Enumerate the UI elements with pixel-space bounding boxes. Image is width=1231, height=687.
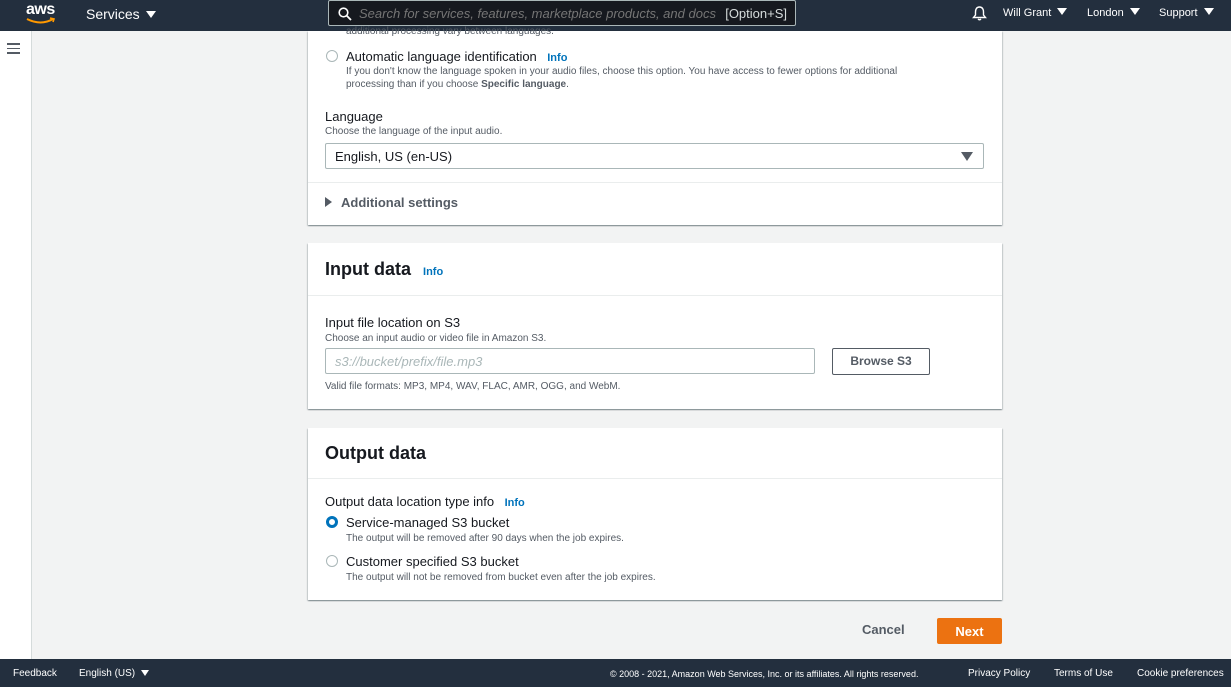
- auto-language-desc-line2: processing than if you choose Specific l…: [346, 78, 966, 91]
- side-navigation-collapsed: [0, 31, 32, 659]
- auto-language-desc-line1: If you don't know the language spoken in…: [346, 66, 898, 77]
- cancel-button[interactable]: Cancel: [862, 622, 905, 637]
- output-location-type-row: Output data location type info Info: [325, 493, 525, 511]
- customer-specified-radio[interactable]: [326, 555, 338, 567]
- search-icon: [338, 7, 352, 21]
- auto-language-label: Automatic language identification: [346, 49, 537, 64]
- service-managed-desc: The output will be removed after 90 days…: [346, 533, 624, 544]
- language-select[interactable]: English, US (en-US): [325, 143, 984, 169]
- terms-of-use-link[interactable]: Terms of Use: [1054, 668, 1113, 679]
- additional-settings-label: Additional settings: [341, 195, 458, 210]
- input-data-header: Input data Info: [308, 243, 1002, 296]
- auto-language-desc: If you don't know the language spoken in…: [346, 65, 966, 91]
- support-label: Support: [1159, 7, 1198, 19]
- customer-specified-desc: The output will not be removed from buck…: [346, 572, 656, 583]
- caret-down-icon: [961, 152, 973, 161]
- footer: Feedback English (US) © 2008 - 2021, Ama…: [0, 659, 1231, 687]
- region-menu[interactable]: London: [1087, 7, 1140, 19]
- valid-formats-hint: Valid file formats: MP3, MP4, WAV, FLAC,…: [325, 381, 621, 392]
- menu-icon[interactable]: [7, 43, 20, 54]
- privacy-policy-link[interactable]: Privacy Policy: [968, 668, 1030, 679]
- language-desc: Choose the language of the input audio.: [325, 126, 503, 137]
- next-button[interactable]: Next: [937, 618, 1002, 644]
- auto-language-info-link[interactable]: Info: [547, 52, 567, 64]
- input-location-desc: Choose an input audio or video file in A…: [325, 333, 547, 344]
- additional-settings-expander[interactable]: Additional settings: [325, 195, 458, 210]
- chevron-down-icon: [145, 11, 156, 18]
- s3-input-location-field[interactable]: [325, 348, 815, 374]
- input-data-title: Input data: [325, 259, 411, 279]
- user-menu[interactable]: Will Grant: [1003, 7, 1068, 19]
- feedback-link[interactable]: Feedback: [13, 668, 57, 679]
- customer-specified-label: Customer specified S3 bucket: [346, 554, 519, 569]
- search-shortcut: [Option+S]: [725, 6, 787, 21]
- auto-language-option: Automatic language identification Info: [346, 48, 567, 66]
- output-data-panel: Output data Output data location type in…: [308, 428, 1002, 600]
- output-location-type-label: Output data location type info: [325, 494, 495, 509]
- aws-smile-icon: [26, 17, 56, 24]
- chevron-down-icon: [1129, 8, 1140, 15]
- search-bar[interactable]: [Option+S]: [328, 0, 796, 26]
- search-input[interactable]: [359, 6, 719, 21]
- divider: [308, 182, 1002, 183]
- copyright-text: © 2008 - 2021, Amazon Web Services, Inc.…: [610, 669, 919, 679]
- auto-language-radio[interactable]: [326, 50, 338, 62]
- auto-language-desc-text: processing than if you choose: [346, 79, 482, 90]
- language-settings-panel: additional processing vary between langu…: [308, 26, 1002, 225]
- output-data-header: Output data: [308, 428, 1002, 479]
- chevron-down-icon: [141, 670, 150, 676]
- language-select-value: English, US (en-US): [335, 149, 453, 164]
- services-label: Services: [86, 6, 140, 22]
- chevron-down-icon: [1203, 8, 1214, 15]
- service-managed-radio[interactable]: [326, 516, 338, 528]
- aws-logo-text: aws: [26, 1, 55, 18]
- top-navigation: aws Services [Option+S] Will Grant Londo…: [0, 0, 1231, 31]
- service-managed-label: Service-managed S3 bucket: [346, 515, 510, 530]
- browse-s3-button[interactable]: Browse S3: [832, 348, 930, 375]
- aws-logo[interactable]: aws: [26, 1, 60, 27]
- input-location-label: Input file location on S3: [325, 315, 461, 330]
- cookie-preferences-link[interactable]: Cookie preferences: [1137, 668, 1224, 679]
- output-location-info-link[interactable]: Info: [505, 497, 525, 509]
- specific-language-emphasis: Specific language: [481, 79, 567, 90]
- output-data-title: Output data: [325, 443, 426, 463]
- language-label: Language: [325, 109, 383, 124]
- user-name: Will Grant: [1003, 7, 1052, 19]
- input-data-info-link[interactable]: Info: [423, 266, 443, 278]
- footer-language-label: English (US): [79, 668, 136, 679]
- footer-language-selector[interactable]: English (US): [79, 668, 150, 679]
- auto-language-desc-end: .: [566, 79, 569, 90]
- bell-icon[interactable]: [971, 5, 988, 22]
- chevron-down-icon: [1057, 8, 1068, 15]
- input-data-panel: Input data Info Input file location on S…: [308, 243, 1002, 409]
- services-menu[interactable]: Services: [86, 6, 156, 22]
- support-menu[interactable]: Support: [1159, 7, 1214, 19]
- region-name: London: [1087, 7, 1124, 19]
- input-data-title-row: Input data Info: [325, 259, 443, 280]
- caret-right-icon: [325, 197, 332, 207]
- language-cutoff-text: additional processing vary between langu…: [346, 26, 554, 37]
